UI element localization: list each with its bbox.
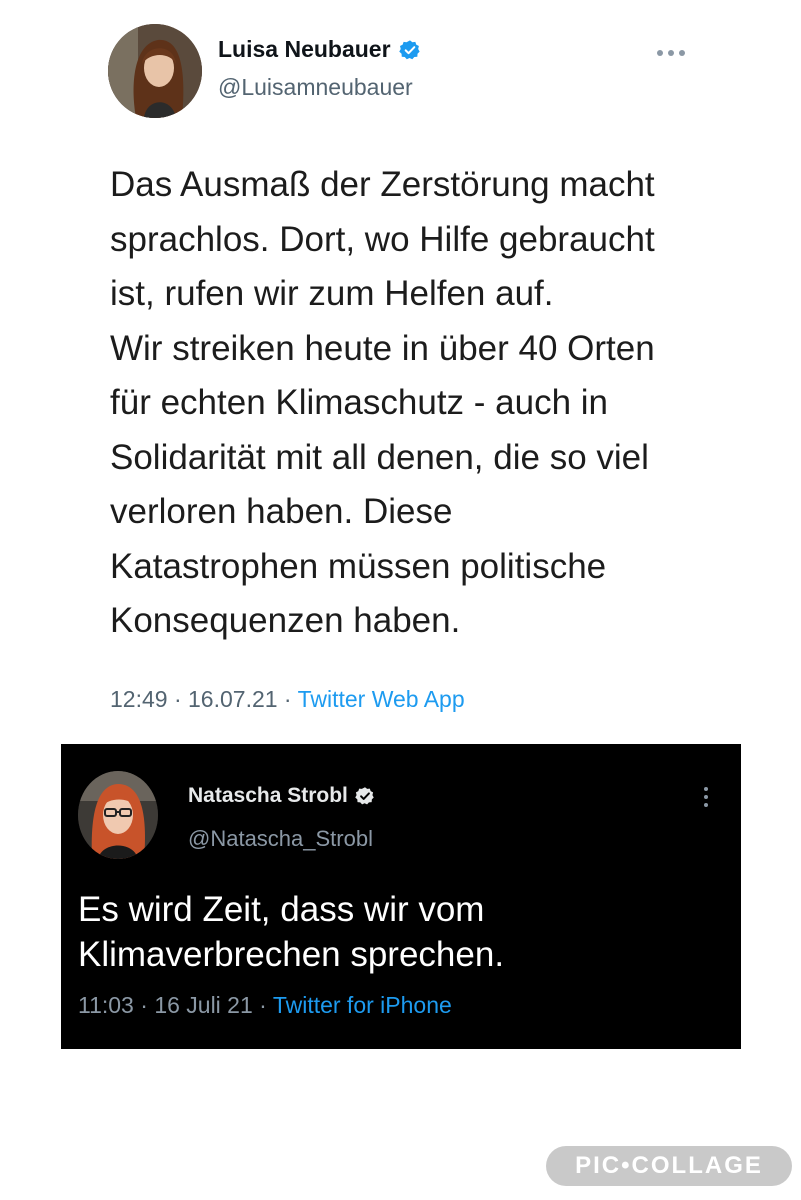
- tweet-meta: 11:03 · 16 Juli 21 · Twitter for iPhone: [78, 992, 452, 1019]
- more-dot: [668, 50, 674, 56]
- meta-separator: ·: [133, 992, 155, 1018]
- tweet-text-line: Konsequenzen haben.: [110, 601, 461, 640]
- tweet-date[interactable]: 16 Juli 21: [154, 992, 252, 1018]
- pic-collage-watermark: PIC•COLLAGE: [546, 1146, 792, 1186]
- meta-separator: ·: [167, 686, 189, 712]
- meta-separator: ·: [277, 686, 298, 712]
- tweet-meta: 12:49 · 16.07.21 · Twitter Web App: [110, 686, 465, 713]
- tweet-text-line: Katastrophen müssen politische: [110, 546, 607, 586]
- tweet-time[interactable]: 11:03: [78, 992, 134, 1018]
- author-handle[interactable]: @Luisamneubauer: [218, 74, 413, 101]
- tweet-text-line: Solidarität mit all denen, die so viel: [110, 437, 649, 477]
- author-handle[interactable]: @Natascha_Strobl: [188, 826, 373, 852]
- tweet-date[interactable]: 16.07.21: [188, 686, 278, 712]
- tweet-text-line: Es wird Zeit, dass wir vom: [78, 890, 485, 929]
- tweet-source-link[interactable]: Twitter for iPhone: [273, 992, 452, 1018]
- meta-separator: ·: [252, 992, 273, 1018]
- tweet-text: Das Ausmaß der Zerstörung macht sprachlo…: [110, 158, 710, 649]
- verified-badge-icon: [398, 39, 421, 61]
- more-horizontal-icon[interactable]: [654, 46, 688, 60]
- verified-badge-icon: [355, 786, 375, 806]
- tweet-source-link[interactable]: Twitter Web App: [298, 686, 465, 712]
- tweet-card-natascha: Natascha Strobl @Natascha_Strobl Es wird…: [61, 744, 741, 1049]
- more-vertical-icon[interactable]: [701, 787, 711, 811]
- tweet-text-line: für echten Klimaschutz - auch in: [110, 383, 609, 422]
- more-dot: [679, 50, 685, 56]
- author-name[interactable]: Luisa Neubauer: [218, 36, 391, 63]
- avatar[interactable]: [78, 771, 158, 859]
- more-dot: [657, 50, 663, 56]
- tweet-text-line: Wir streiken heute in über 40 Orten: [110, 328, 655, 368]
- tweet-text-line: verloren haben. Diese: [110, 492, 453, 531]
- tweet-time[interactable]: 12:49: [110, 686, 168, 712]
- tweet-text-line: Das Ausmaß der Zerstörung macht: [110, 165, 655, 204]
- more-dot: [704, 787, 708, 791]
- avatar[interactable]: [108, 24, 202, 118]
- tweet-text-line: ist, rufen wir zum Helfen auf.: [110, 274, 554, 313]
- author-name[interactable]: Natascha Strobl: [188, 784, 348, 808]
- tweet-text-line: sprachlos. Dort, wo Hilfe gebraucht: [110, 219, 655, 259]
- tweet-text: Es wird Zeit, dass wir vom Klimaverbrech…: [78, 887, 718, 977]
- author-name-row[interactable]: Natascha Strobl: [188, 784, 375, 808]
- more-dot: [704, 795, 708, 799]
- author-name-row[interactable]: Luisa Neubauer: [218, 36, 421, 63]
- more-dot: [704, 803, 708, 807]
- tweet-text-line: Klimaverbrechen sprechen.: [78, 935, 505, 974]
